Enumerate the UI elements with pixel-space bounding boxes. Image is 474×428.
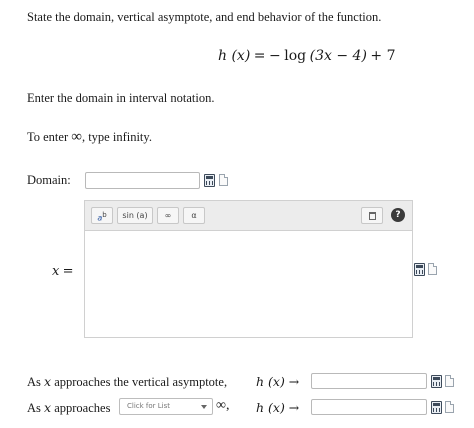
direction-select[interactable]: Click for List — [119, 398, 213, 415]
function-equals: = — [253, 48, 266, 64]
asymptote-equals: = — [62, 264, 74, 279]
row2-variable: x — [44, 400, 52, 415]
row2-function: h (x) → — [256, 400, 300, 415]
row1-variable: x — [44, 374, 52, 389]
function-log: log — [284, 48, 307, 64]
delete-button[interactable] — [361, 207, 383, 224]
function-constant: + 7 — [370, 48, 396, 64]
interval-instruction: Enter the domain in interval notation. — [27, 91, 215, 105]
row2-text: approaches — [54, 401, 111, 415]
row2-calculator-icon[interactable] — [431, 401, 442, 414]
domain-input[interactable] — [85, 172, 200, 189]
row1-function: h (x) → — [256, 374, 300, 389]
function-expression: h (x) = − log (3x − 4) + 7 — [218, 48, 396, 65]
asymptote-calculator-icon[interactable] — [414, 263, 425, 276]
infinity-instruction-suffix: , type infinity. — [81, 130, 152, 144]
row1-text: approaches the vertical asymptote, — [54, 375, 228, 389]
row1-calculator-icon[interactable] — [431, 375, 442, 388]
asymptote-document-icon[interactable] — [428, 263, 437, 275]
asymptote-variable: x — [52, 264, 60, 279]
end-behavior-statement: As x approaches — [27, 400, 110, 416]
infinity-symbol: ∞ — [71, 129, 82, 145]
equation-toolbar: ab sin (a) ∞ α ? — [84, 200, 413, 230]
function-lhs: h (x) — [218, 48, 251, 64]
alpha-button[interactable]: α — [183, 207, 205, 224]
power-exponent: b — [102, 211, 107, 219]
help-icon: ? — [395, 210, 401, 220]
domain-label: Domain: — [27, 173, 71, 187]
end-behavior-input[interactable] — [311, 399, 427, 415]
power-button[interactable]: ab — [91, 207, 113, 224]
infinity-instruction-prefix: To enter — [27, 130, 69, 144]
row2-infinity: ∞, — [216, 398, 230, 413]
function-minus: − — [269, 48, 281, 64]
help-button[interactable]: ? — [391, 208, 405, 222]
asymptote-editor[interactable] — [84, 230, 413, 338]
domain-calculator-icon[interactable] — [204, 174, 215, 187]
question-prompt: State the domain, vertical asymptote, an… — [27, 10, 382, 24]
row2-document-icon[interactable] — [445, 401, 454, 413]
trash-icon — [368, 212, 376, 220]
asymptote-label: x = — [52, 263, 74, 279]
domain-document-icon[interactable] — [219, 174, 228, 186]
row2-prefix: As — [27, 401, 41, 415]
vertical-asymptote-behavior-input[interactable] — [311, 373, 427, 389]
row1-document-icon[interactable] — [445, 375, 454, 387]
direction-select-placeholder: Click for List — [127, 402, 170, 410]
infinity-button[interactable]: ∞ — [157, 207, 179, 224]
function-argument: (3x − 4) — [309, 48, 367, 64]
chevron-down-icon — [201, 405, 207, 409]
vertical-asymptote-statement: As x approaches the vertical asymptote, — [27, 374, 227, 390]
infinity-instruction: To enter ∞, type infinity. — [27, 129, 152, 146]
row1-prefix: As — [27, 375, 41, 389]
sin-button[interactable]: sin (a) — [117, 207, 153, 224]
